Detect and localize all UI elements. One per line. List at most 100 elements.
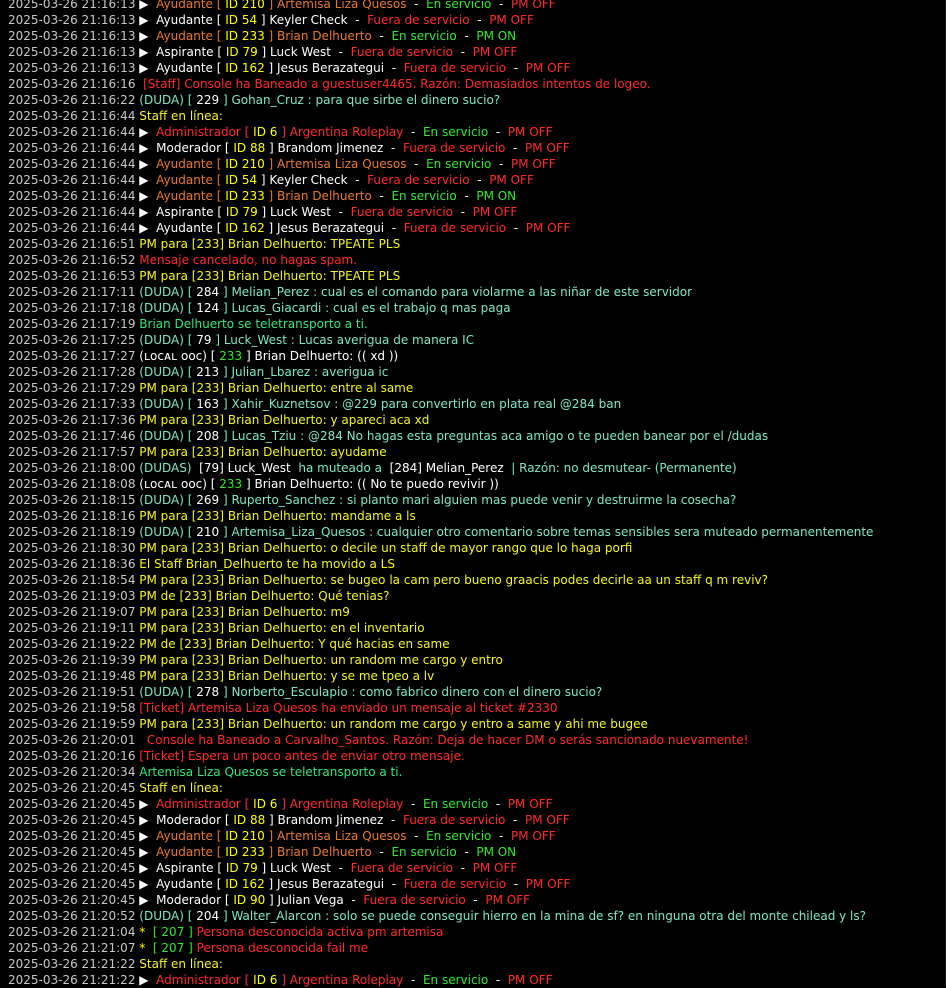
chat-segment: Fuera de servicio: [350, 45, 454, 59]
chat-segment: PM ON: [476, 845, 517, 859]
chat-segment: ]: [219, 493, 232, 507]
chat-segment: [284] Melian_Perez: [389, 461, 504, 475]
chat-segment: PM para [233] Brian Delhuerto: o decile …: [139, 541, 633, 555]
chat-timestamp: 2025-03-26 21:18:08: [8, 477, 136, 491]
chat-timestamp: 2025-03-26 21:16:44: [8, 173, 136, 187]
chat-segment: [Staff] Console ha Baneado a guestuser44…: [139, 77, 651, 91]
chat-timestamp: 2025-03-26 21:17:18: [8, 301, 136, 315]
chat-segment: ]: [265, 813, 278, 827]
chat-line: 2025-03-26 21:18:19 (DUDA) [ 210 ] Artem…: [8, 524, 940, 540]
chat-segment: Luck_West : Lucas averigua de manera IC: [223, 333, 475, 347]
chat-line: 2025-03-26 21:18:54 PM para [233] Brian …: [8, 572, 940, 588]
chat-segment: ]: [264, 0, 278, 11]
chat-segment: ID 6: [253, 973, 278, 987]
chat-segment: (DUDA) [: [139, 301, 197, 315]
chat-segment: ID 79: [225, 205, 258, 219]
chat-segment: -: [371, 29, 392, 43]
chat-segment: ]: [257, 13, 270, 27]
chat-timestamp: 2025-03-26 21:17:25: [8, 333, 136, 347]
chat-segment: ]: [219, 525, 232, 539]
chat-line: 2025-03-26 21:16:44 ▶ Ayudante [ ID 233 …: [8, 188, 940, 204]
chat-segment: -: [384, 61, 404, 75]
chat-timestamp: 2025-03-26 21:17:36: [8, 413, 136, 427]
chat-segment: ]: [219, 685, 232, 699]
chat-segment: ]: [257, 861, 271, 875]
chat-segment: Brandom Jimenez: [277, 141, 384, 155]
chat-line: 2025-03-26 21:20:45 ▶ Ayudante [ ID 162 …: [8, 876, 940, 892]
chat-segment: -: [403, 797, 423, 811]
chat-segment: PM OFF: [525, 221, 571, 235]
chat-timestamp: 2025-03-26 21:17:33: [8, 397, 136, 411]
chat-segment: PM de [233] Brian Delhuerto: Y qué hacia…: [139, 637, 450, 651]
chat-segment: 163: [196, 397, 220, 411]
chat-segment: -: [491, 0, 511, 11]
chat-segment: PM para [233] Brian Delhuerto: entre al …: [139, 381, 414, 395]
chat-line: 2025-03-26 21:19:59 PM para [233] Brian …: [8, 716, 940, 732]
chat-segment: ▶: [139, 893, 157, 907]
chat-segment: PM OFF: [524, 141, 570, 155]
chat-segment: | Razón: no desmutear- (Permanente): [503, 461, 737, 475]
chat-segment: ▶: [139, 157, 157, 171]
chat-segment: ]: [219, 397, 232, 411]
chat-segment: -: [491, 157, 511, 171]
chat-timestamp: 2025-03-26 21:17:19: [8, 317, 136, 331]
chat-line: 2025-03-26 21:17:33 (DUDA) [ 163 ] Xahir…: [8, 396, 940, 412]
chat-segment: Julian_Lbarez : averigua ic: [231, 365, 389, 379]
chat-segment: Argentina Roleplay: [289, 973, 404, 987]
chat-segment: PM OFF: [525, 877, 571, 891]
chat-segment: Jesus Berazategui: [277, 221, 385, 235]
chat-line: 2025-03-26 21:18:30 PM para [233] Brian …: [8, 540, 940, 556]
chat-timestamp: 2025-03-26 21:20:45: [8, 893, 136, 907]
chat-segment: [: [216, 0, 226, 11]
chat-segment: ▶: [139, 189, 157, 203]
chat-segment: Artemisa Liza Quesos: [277, 0, 407, 11]
chat-segment: -: [456, 29, 477, 43]
chat-segment: -: [371, 189, 392, 203]
chat-timestamp: 2025-03-26 21:17:28: [8, 365, 136, 379]
chat-segment: Luck West: [270, 861, 331, 875]
chat-segment: ID 233: [225, 29, 265, 43]
chat-line: 2025-03-26 21:17:25 (DUDA) [ 79 ] Luck_W…: [8, 332, 940, 348]
chat-segment: PM OFF: [524, 813, 570, 827]
chat-segment: 233: [219, 477, 243, 491]
chat-segment: ▶: [139, 61, 157, 75]
chat-timestamp: 2025-03-26 21:19:22: [8, 637, 136, 651]
chat-segment: ]: [242, 477, 255, 491]
chat-timestamp: 2025-03-26 21:16:44: [8, 109, 136, 123]
chat-segment: ▶: [139, 877, 157, 891]
chat-segment: [: [216, 157, 226, 171]
chat-segment: ▶: [139, 13, 157, 27]
chat-segment: En servicio: [391, 29, 457, 43]
chat-line: 2025-03-26 21:19:07 PM para [233] Brian …: [8, 604, 940, 620]
chat-line: 2025-03-26 21:20:45 ▶ Ayudante [ ID 210 …: [8, 828, 940, 844]
chat-segment: PM OFF: [485, 893, 531, 907]
chat-timestamp: 2025-03-26 21:20:45: [8, 861, 136, 875]
chat-segment: ]: [264, 877, 278, 891]
chat-segment: *: [139, 941, 153, 955]
chat-segment: Brian Delhuerto: [277, 845, 372, 859]
chat-segment: -: [347, 13, 368, 27]
chat-segment: PM OFF: [489, 173, 534, 187]
chat-segment: ]: [184, 941, 197, 955]
chat-segment: ]: [219, 285, 232, 299]
chat-segment: (DUDA) [: [139, 429, 197, 443]
chat-segment: [: [216, 829, 226, 843]
chat-segment: ▶: [139, 0, 157, 11]
chat-timestamp: 2025-03-26 21:16:51: [8, 237, 136, 251]
chat-segment: (DUDA) [: [139, 525, 197, 539]
chat-timestamp: 2025-03-26 21:18:19: [8, 525, 136, 539]
chat-segment: [: [216, 877, 226, 891]
chat-segment: ]: [242, 349, 255, 363]
chat-line: 2025-03-26 21:19:48 PM para [233] Brian …: [8, 668, 940, 684]
chat-segment: Lucas_Tziu : @284 No hagas esta pregunta…: [231, 429, 769, 443]
chat-segment: PM OFF: [525, 61, 571, 75]
chat-segment: ▶: [139, 845, 157, 859]
chat-line: 2025-03-26 21:16:44 ▶ Ayudante [ ID 210 …: [8, 156, 940, 172]
chat-segment: Jesus Berazategui: [277, 61, 385, 75]
chat-segment: -: [488, 797, 508, 811]
chat-segment: [: [217, 861, 226, 875]
chat-segment: PM para [233] Brian Delhuerto: ayudame: [139, 445, 387, 459]
chat-timestamp: 2025-03-26 21:16:16: [8, 77, 136, 91]
chat-segment: -: [406, 0, 427, 11]
chat-segment: (ʟᴏᴄᴀʟ ᴏᴏᴄ) [: [139, 349, 220, 363]
